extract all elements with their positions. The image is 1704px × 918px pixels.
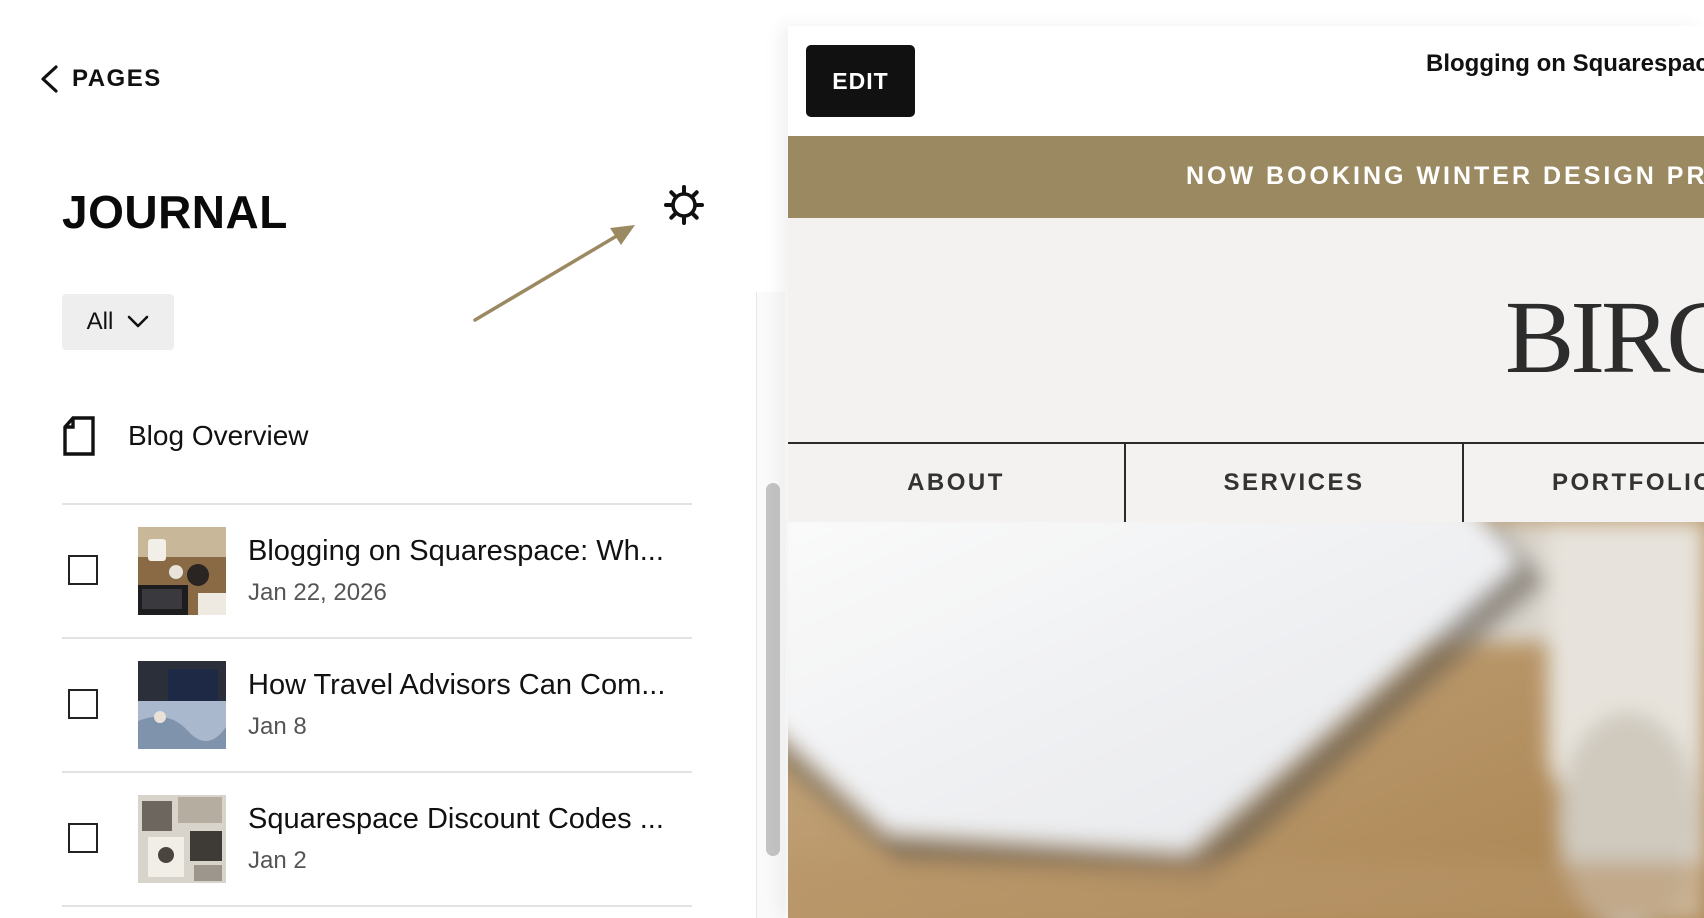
filter-dropdown-value: All	[86, 308, 114, 335]
post-thumbnail	[138, 527, 226, 615]
preview-page-title: Blogging on Squarespac	[1426, 50, 1704, 77]
filter-dropdown[interactable]: All	[62, 294, 174, 350]
post-checkbox[interactable]	[68, 689, 98, 719]
hero-image	[788, 522, 1704, 918]
nav-link-about[interactable]: ABOUT	[788, 444, 1126, 522]
post-thumbnail	[138, 661, 226, 749]
site-logo[interactable]: BIRC	[1505, 278, 1704, 397]
site-preview: EDIT Blogging on Squarespac NOW BOOKING …	[788, 26, 1704, 918]
edit-button[interactable]: EDIT	[806, 45, 915, 117]
page-icon	[63, 416, 95, 456]
post-date: Jan 2	[248, 847, 307, 874]
chevron-down-icon	[128, 315, 149, 328]
post-date: Jan 8	[248, 713, 307, 740]
announcement-banner[interactable]: NOW BOOKING WINTER DESIGN PRO	[788, 136, 1704, 218]
chevron-left-icon	[41, 65, 58, 93]
post-date: Jan 22, 2026	[248, 579, 387, 606]
post-list-item[interactable]: Blogging on Squarespace: Wh... Jan 22, 2…	[62, 505, 692, 637]
gear-icon[interactable]	[664, 185, 704, 225]
back-label: PAGES	[72, 65, 162, 92]
site-header: BIRC	[788, 218, 1704, 468]
blog-overview-item[interactable]: Blog Overview	[62, 415, 309, 457]
pages-sidebar: PAGES JOURNAL All Blog Overview Blogging…	[0, 0, 760, 918]
annotation-arrow	[473, 225, 635, 322]
sidebar-scrollbar-thumb[interactable]	[766, 483, 780, 856]
blog-overview-label: Blog Overview	[128, 420, 309, 451]
site-navigation: ABOUT SERVICES PORTFOLIO	[788, 442, 1704, 524]
post-checkbox[interactable]	[68, 823, 98, 853]
post-list-item[interactable]: How Travel Advisors Can Com... Jan 8	[62, 639, 692, 771]
post-title: Squarespace Discount Codes ...	[248, 803, 664, 835]
divider	[62, 905, 692, 907]
nav-link-services[interactable]: SERVICES	[1126, 444, 1464, 522]
announcement-text: NOW BOOKING WINTER DESIGN PRO	[1186, 162, 1704, 190]
nav-link-portfolio[interactable]: PORTFOLIO	[1464, 444, 1704, 522]
post-title: How Travel Advisors Can Com...	[248, 669, 666, 701]
post-thumbnail	[138, 795, 226, 883]
page-title: JOURNAL	[62, 186, 288, 238]
post-list-item[interactable]: Squarespace Discount Codes ... Jan 2	[62, 773, 692, 905]
post-title: Blogging on Squarespace: Wh...	[248, 535, 664, 567]
back-to-pages-link[interactable]: PAGES	[38, 64, 162, 94]
post-checkbox[interactable]	[68, 555, 98, 585]
